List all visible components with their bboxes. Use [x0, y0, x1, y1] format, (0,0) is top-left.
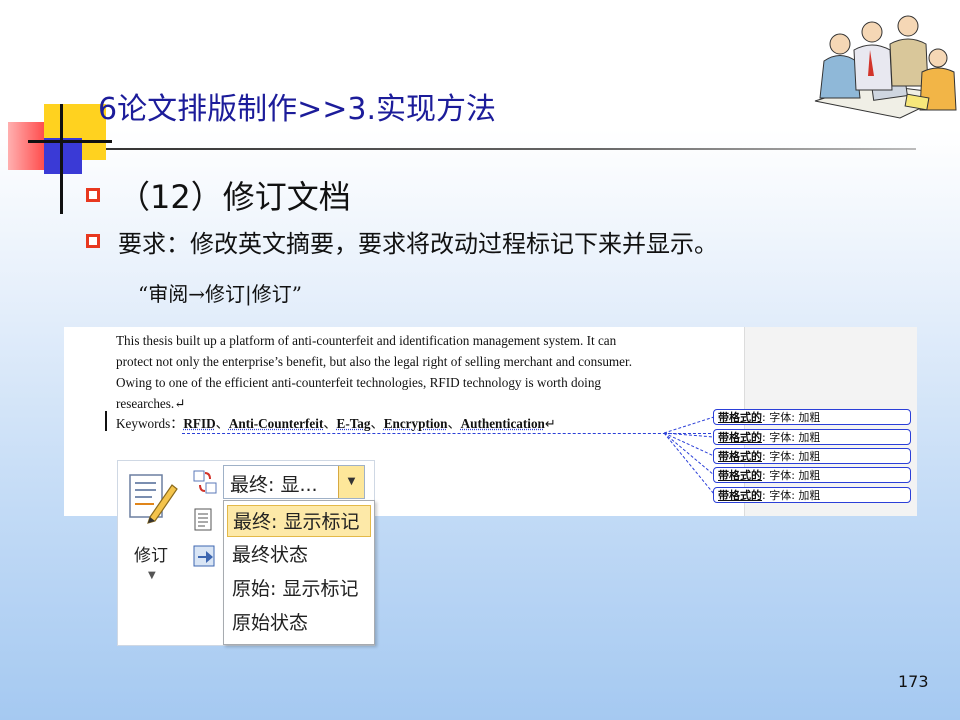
track-changes-button[interactable]: 修订 ▼: [122, 467, 182, 587]
abstract-line: researches.↵: [116, 396, 186, 411]
page-number: 173: [898, 672, 929, 691]
accept-changes-icon[interactable]: [192, 543, 218, 569]
abstract-text: This thesis built up a platform of anti-…: [116, 330, 672, 414]
menu-item-final[interactable]: 最终状态: [227, 539, 371, 571]
bullet-marker: [86, 234, 100, 248]
keyword: Anti-Counterfeit: [228, 416, 324, 431]
revision-balloon[interactable]: 带格式的: 字体: 加粗: [713, 448, 911, 464]
menu-item-original[interactable]: 原始状态: [227, 607, 371, 639]
title-divider: [106, 148, 916, 150]
track-changes-label: 修订: [134, 546, 168, 566]
keyword: Encryption: [383, 416, 448, 431]
bullet-heading: （12）修订文档: [118, 178, 351, 216]
menu-item-original-show-markup[interactable]: 原始: 显示标记: [227, 573, 371, 605]
reviewing-pane-icon[interactable]: [192, 507, 216, 533]
comment-leader-line: [182, 433, 716, 434]
business-people-clipart: [814, 15, 957, 119]
decorative-blue-block: [44, 138, 82, 174]
revision-balloon[interactable]: 带格式的: 字体: 加粗: [713, 409, 911, 425]
keyword: E-Tag: [336, 416, 371, 431]
keyword: Authentication: [460, 416, 545, 431]
keywords-line: Keywords：RFID、Anti-Counterfeit、E-Tag、Enc…: [116, 416, 556, 431]
decorative-horizontal-line: [28, 140, 112, 143]
abstract-line: This thesis built up a platform of anti-…: [116, 333, 617, 348]
bullet-requirement: 要求：修改英文摘要，要求将改动过程标记下来并显示。: [118, 230, 718, 258]
abstract-line: Owing to one of the efficient anti-count…: [116, 375, 602, 390]
revision-balloon[interactable]: 带格式的: 字体: 加粗: [713, 467, 911, 483]
chevron-down-icon[interactable]: ▼: [338, 466, 364, 498]
revision-balloon[interactable]: 带格式的: 字体: 加粗: [713, 429, 911, 445]
review-ribbon-group: 修订 ▼ 最终: 显... ▼ 最终: 显示标记 最终状态 原始: 显示标记 原…: [117, 460, 375, 646]
menu-item-final-show-markup[interactable]: 最终: 显示标记: [227, 505, 371, 537]
show-markup-icon[interactable]: [192, 469, 218, 495]
display-for-review-dropdown[interactable]: 最终: 显... ▼: [223, 465, 365, 499]
dropdown-value: 最终: 显...: [230, 474, 318, 496]
decorative-vertical-line: [60, 104, 63, 214]
keywords-label: Keywords：: [116, 416, 184, 431]
track-changes-icon: [129, 474, 178, 524]
display-for-review-menu: 最终: 显示标记 最终状态 原始: 显示标记 原始状态: [223, 500, 375, 645]
slide-title: 6论文排版制作>>3.实现方法: [98, 92, 496, 127]
bullet-marker: [86, 188, 100, 202]
chevron-down-icon: ▼: [148, 570, 156, 581]
keyword: RFID: [183, 416, 216, 431]
revision-balloon[interactable]: 带格式的: 字体: 加粗: [713, 487, 911, 503]
menu-path-instruction: “审阅→修订|修订”: [138, 282, 302, 306]
change-bar: [105, 411, 107, 431]
abstract-line: protect not only the enterprise’s benefi…: [116, 354, 632, 369]
